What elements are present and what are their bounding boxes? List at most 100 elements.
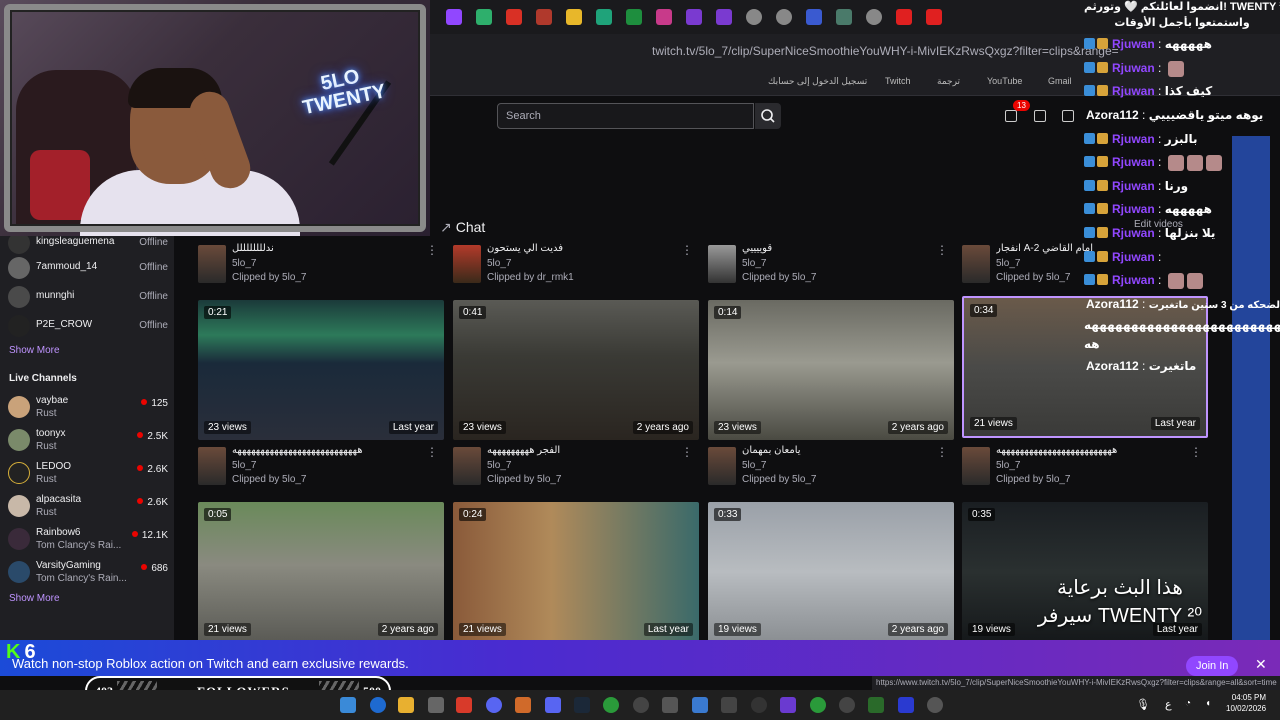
chat-username[interactable]: Rjuwan (1112, 61, 1155, 75)
sidebar-item-ledoo[interactable]: LEDOO Rust 2.6K (8, 460, 168, 486)
clip-meta[interactable]: فديت الي يستحون 5lo_7 Clipped by dr_rmk1… (453, 243, 699, 287)
clip-thumbnail[interactable]: 0:24 21 views Last year (453, 502, 699, 642)
chat-username[interactable]: Rjuwan (1112, 132, 1155, 146)
sidebar-item-rainbow6[interactable]: Rainbow6 Tom Clancy's Rai... 12.1K (8, 526, 168, 552)
app-icon[interactable] (633, 697, 649, 713)
chat-username[interactable]: Azora112 (1086, 359, 1139, 373)
clip-meta[interactable]: هههههههههههههههههههههههههههه 5lo_7 Clipp… (198, 445, 444, 489)
sidebar-item-toonyx[interactable]: toonyx Rust 2.5K (8, 427, 168, 453)
sidebar-item-vaybae[interactable]: vaybae Rust 125 (8, 394, 168, 420)
clip-title[interactable]: قوييييي (742, 243, 932, 254)
bookmark-signin[interactable]: تسجيل الدخول إلى حسابك (768, 76, 867, 87)
tab-icon[interactable] (866, 9, 882, 25)
sidebar-item-p2e-crow[interactable]: P2E_CROW Offline (8, 313, 168, 339)
clip-thumbnail[interactable]: 0:21 23 views Last year (198, 300, 444, 440)
tab-icon[interactable] (596, 9, 612, 25)
store-icon[interactable] (428, 697, 444, 713)
app-icon[interactable] (868, 697, 884, 713)
clip-meta[interactable]: ندللللللللل 5lo_7 Clipped by 5lo_7 ⋮ (198, 243, 444, 287)
clip-channel[interactable]: 5lo_7 (487, 258, 511, 269)
sidebar-item-varsitygaming[interactable]: VarsityGaming Tom Clancy's Rain... 686 (8, 559, 168, 585)
folder-icon[interactable] (398, 697, 414, 713)
chrome-icon[interactable] (810, 697, 826, 713)
clip-channel[interactable]: 5lo_7 (742, 258, 766, 269)
tab-icon[interactable] (806, 9, 822, 25)
clip-meta[interactable]: قوييييي 5lo_7 Clipped by 5lo_7 ⋮ (708, 243, 954, 287)
mic-icon[interactable]: 🎙 (1136, 698, 1150, 711)
chat-username[interactable]: Rjuwan (1112, 250, 1155, 264)
chat-username[interactable]: Azora112 (1086, 297, 1139, 311)
clip-thumbnail[interactable]: 0:33 19 views 2 years ago (708, 502, 954, 642)
app-icon[interactable] (721, 697, 737, 713)
start-icon[interactable] (340, 697, 356, 713)
clip-channel[interactable]: 5lo_7 (742, 460, 766, 471)
bookmark-twitch[interactable]: Twitch (885, 76, 911, 86)
more-options-icon[interactable]: ⋮ (681, 445, 693, 459)
whispers-icon[interactable] (1062, 110, 1074, 122)
edge-icon[interactable] (370, 697, 386, 713)
clock[interactable]: 04:05 PM 10/02/2026 (1226, 692, 1266, 714)
join-in-button[interactable]: Join In (1186, 656, 1239, 676)
channel-avatar[interactable] (708, 245, 736, 283)
clip-channel[interactable]: 5lo_7 (996, 460, 1020, 471)
clip-meta[interactable]: الفجر هههههههههه 5lo_7 Clipped by 5lo_7 … (453, 445, 699, 489)
channel-avatar[interactable] (198, 447, 226, 485)
clip-thumbnail[interactable]: 0:05 21 views 2 years ago (198, 502, 444, 642)
sheets-tab-icon[interactable] (626, 9, 642, 25)
app-icon[interactable] (515, 697, 531, 713)
show-more-link[interactable]: Show More (9, 593, 60, 604)
tab-icon[interactable] (686, 9, 702, 25)
close-icon[interactable]: ✕ (1255, 656, 1267, 673)
chat-username[interactable]: Rjuwan (1112, 155, 1155, 169)
more-options-icon[interactable]: ⋮ (1190, 445, 1202, 459)
clip-title[interactable]: ندللللللللل (232, 243, 422, 254)
more-options-icon[interactable]: ⋮ (936, 445, 948, 459)
promo-banner[interactable]: Watch non-stop Roblox action on Twitch a… (0, 640, 1280, 676)
app-icon[interactable] (898, 697, 914, 713)
search-button[interactable] (755, 103, 781, 129)
clip-thumbnail[interactable]: 0:41 23 views 2 years ago (453, 300, 699, 440)
wifi-icon[interactable]: ◔ (1185, 698, 1191, 709)
chat-username[interactable]: Rjuwan (1112, 84, 1155, 98)
obs-icon[interactable] (751, 697, 767, 713)
chat-username[interactable]: Rjuwan (1112, 273, 1155, 287)
app-icon[interactable] (780, 697, 796, 713)
channel-avatar[interactable] (453, 245, 481, 283)
channel-avatar[interactable] (453, 447, 481, 485)
channel-avatar[interactable] (198, 245, 226, 283)
chat-username[interactable]: Rjuwan (1112, 226, 1155, 240)
channel-avatar[interactable] (962, 447, 990, 485)
tab-icon[interactable] (476, 9, 492, 25)
bookmark-gmail[interactable]: Gmail (1048, 76, 1072, 86)
tab-icon[interactable] (746, 9, 762, 25)
sidebar-item-7ammoud[interactable]: 7ammoud_14 Offline (8, 255, 168, 281)
sidebar-item-alpacasita[interactable]: alpacasita Rust 2.6K (8, 493, 168, 519)
tab-icon[interactable] (836, 9, 852, 25)
show-more-link[interactable]: Show More (9, 345, 60, 356)
volume-icon[interactable]: ◖ (1205, 698, 1211, 709)
clip-title[interactable]: هههههههههههههههههههههههههههه (232, 445, 422, 456)
youtube-tab-icon[interactable] (926, 9, 942, 25)
settings-icon[interactable] (927, 697, 943, 713)
more-options-icon[interactable]: ⋮ (936, 243, 948, 257)
inbox-icon[interactable] (1034, 110, 1046, 122)
discord-icon[interactable] (545, 697, 561, 713)
more-options-icon[interactable]: ⋮ (426, 445, 438, 459)
clip-title[interactable]: يامعان بمهمان (742, 445, 932, 456)
clip-thumbnail[interactable]: 0:14 23 views 2 years ago (708, 300, 954, 440)
youtube-tab-icon[interactable] (896, 9, 912, 25)
clip-title[interactable]: الفجر هههههههههه (487, 445, 677, 456)
more-options-icon[interactable]: ⋮ (681, 243, 693, 257)
clip-title[interactable]: فديت الي يستحون (487, 243, 677, 254)
tab-icon[interactable] (566, 9, 582, 25)
app-icon[interactable] (662, 697, 678, 713)
chat-link[interactable]: ↗ Chat (440, 219, 485, 236)
gmail-tab-icon[interactable] (506, 9, 522, 25)
search-input[interactable]: Search (497, 103, 754, 129)
clip-title[interactable]: هههههههههههههههههههههههههه (996, 445, 1186, 456)
tab-icon[interactable] (716, 9, 732, 25)
channel-avatar[interactable] (708, 447, 736, 485)
chat-username[interactable]: Rjuwan (1112, 37, 1155, 51)
bookmark-translate[interactable]: ترجمة (937, 76, 960, 87)
clip-channel[interactable]: 5lo_7 (996, 258, 1020, 269)
